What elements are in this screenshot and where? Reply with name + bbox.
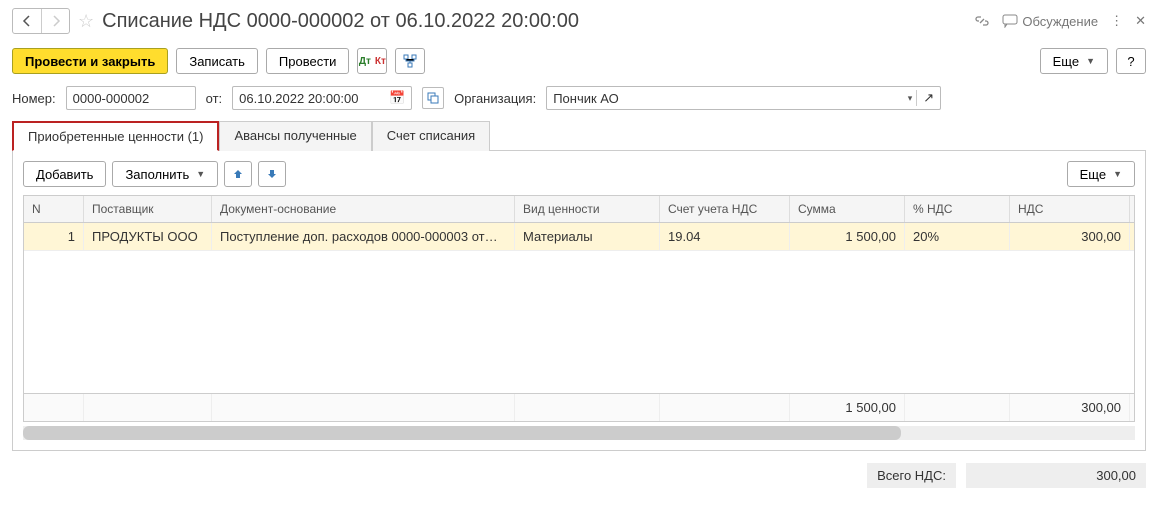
tab-acquired-values[interactable]: Приобретенные ценности (1)	[12, 121, 219, 151]
chevron-down-icon: ▼	[196, 169, 205, 179]
more-menu-icon[interactable]: ⋮	[1110, 13, 1123, 29]
discussion-button[interactable]: Обсуждение	[1002, 14, 1098, 29]
total-vat: 300,00	[1010, 394, 1130, 421]
horizontal-scrollbar[interactable]	[23, 426, 1135, 440]
open-ref-icon[interactable]: ↗	[916, 90, 934, 106]
col-supplier[interactable]: Поставщик	[84, 196, 212, 222]
col-n[interactable]: N	[24, 196, 84, 222]
table-row[interactable]: 1 ПРОДУКТЫ ООО Поступление доп. расходов…	[24, 223, 1134, 251]
footer-total-label: Всего НДС:	[867, 463, 956, 488]
fill-button[interactable]: Заполнить▼	[112, 161, 218, 187]
help-button[interactable]: ?	[1116, 48, 1146, 74]
post-and-close-button[interactable]: Провести и закрыть	[12, 48, 168, 74]
chevron-down-icon: ▼	[1086, 56, 1095, 66]
more-button[interactable]: Еще▼	[1040, 48, 1108, 74]
nav-forward-button[interactable]	[41, 9, 69, 33]
move-up-button[interactable]	[224, 161, 252, 187]
footer-total-value: 300,00	[966, 463, 1146, 488]
chevron-down-icon: ▼	[1113, 169, 1122, 179]
tab-advances[interactable]: Авансы полученные	[219, 121, 371, 151]
save-button[interactable]: Записать	[176, 48, 258, 74]
chevron-down-icon[interactable]: ▾	[908, 93, 913, 104]
values-table: N Поставщик Документ-основание Вид ценно…	[23, 195, 1135, 422]
number-field[interactable]: 0000-000002	[66, 86, 196, 110]
structure-button[interactable]	[395, 48, 425, 74]
nav-back-button[interactable]	[13, 9, 41, 33]
org-field[interactable]: Пончик АО ▾ ↗	[546, 86, 941, 110]
number-label: Номер:	[12, 91, 56, 106]
col-vat[interactable]: НДС	[1010, 196, 1130, 222]
linked-docs-button[interactable]	[422, 87, 444, 109]
panel-more-button[interactable]: Еще▼	[1067, 161, 1135, 187]
calendar-icon[interactable]: 📅	[389, 90, 405, 106]
col-account[interactable]: Счет учета НДС	[660, 196, 790, 222]
move-down-button[interactable]	[258, 161, 286, 187]
total-sum: 1 500,00	[790, 394, 905, 421]
col-sum[interactable]: Сумма	[790, 196, 905, 222]
from-label: от:	[206, 91, 223, 106]
add-row-button[interactable]: Добавить	[23, 161, 106, 187]
org-label: Организация:	[454, 91, 536, 106]
col-type[interactable]: Вид ценности	[515, 196, 660, 222]
close-icon[interactable]: ✕	[1135, 13, 1146, 29]
debit-credit-button[interactable]: ДтКт	[357, 48, 387, 74]
tab-writeoff-account[interactable]: Счет списания	[372, 121, 490, 151]
post-button[interactable]: Провести	[266, 48, 350, 74]
date-field[interactable]: 06.10.2022 20:00:00 📅	[232, 86, 412, 110]
col-pct[interactable]: % НДС	[905, 196, 1010, 222]
col-doc[interactable]: Документ-основание	[212, 196, 515, 222]
link-icon[interactable]	[974, 13, 990, 29]
favorite-icon[interactable]: ☆	[78, 11, 94, 32]
page-title: Списание НДС 0000-000002 от 06.10.2022 2…	[102, 10, 966, 33]
